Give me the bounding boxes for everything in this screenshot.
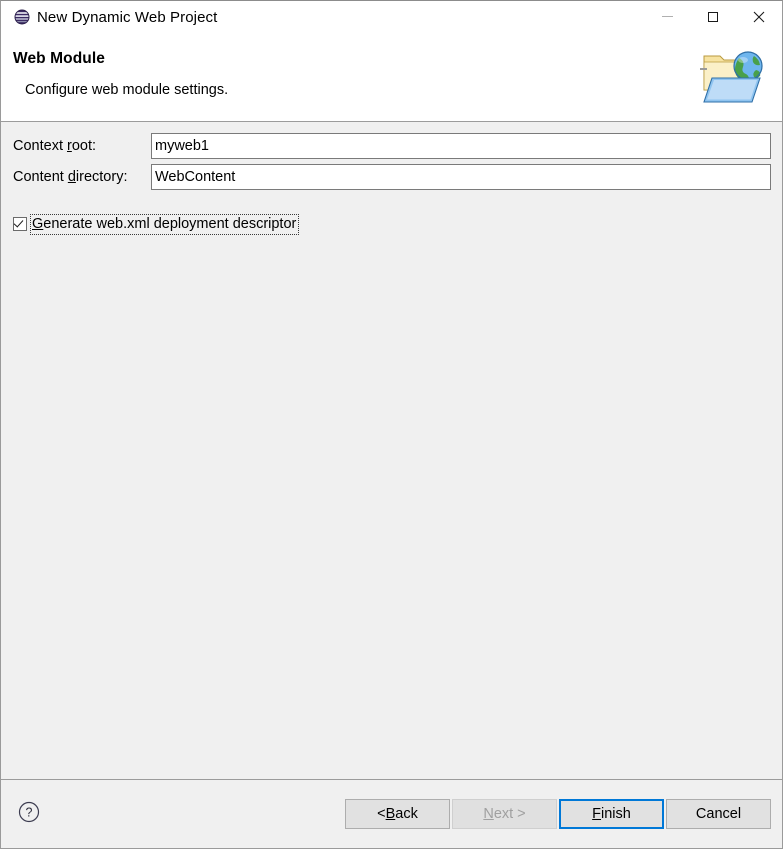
content-directory-label-pre: Content [13, 169, 68, 185]
next-button-post: ext > [493, 806, 526, 822]
generate-webxml-row[interactable]: Generate web.xml deployment descriptor [13, 213, 300, 235]
page-title: Web Module [13, 50, 105, 67]
content-directory-label-mnemonic: d [67, 169, 76, 185]
finish-button[interactable]: Finish [559, 799, 664, 829]
dialog-header: Web Module Configure web module settings… [1, 33, 782, 122]
checkmark-icon [13, 217, 24, 228]
generate-webxml-checkbox[interactable] [13, 217, 27, 231]
back-button-pre: < [377, 806, 386, 822]
title-bar: New Dynamic Web Project [1, 1, 782, 33]
web-folder-globe-icon [698, 42, 770, 108]
maximize-icon[interactable] [690, 1, 736, 32]
cancel-button-pre: Cancel [695, 806, 742, 822]
svg-text:?: ? [26, 806, 33, 820]
content-directory-label: Content directory: [13, 169, 151, 185]
generate-webxml-label[interactable]: Generate web.xml deployment descriptor [30, 213, 300, 235]
next-button: Next > [452, 799, 557, 829]
finish-button-post: inish [601, 806, 631, 822]
help-question-icon[interactable]: ? [18, 801, 40, 823]
context-root-input[interactable] [151, 133, 771, 159]
window-controls [644, 1, 782, 33]
content-directory-input[interactable] [151, 164, 771, 190]
back-button-mnemonic: B [385, 806, 396, 822]
generate-webxml-label-post: enerate web.xml deployment descriptor [43, 215, 297, 232]
minimize-icon[interactable] [644, 1, 690, 32]
finish-button-mnemonic: F [592, 806, 602, 822]
dialog-body: Context root: Content directory: Generat… [1, 122, 782, 779]
page-description: Configure web module settings. [25, 82, 229, 98]
eclipse-sphere-icon [14, 9, 30, 25]
context-root-label-post: oot: [71, 138, 97, 154]
context-root-label-pre: Context [13, 138, 67, 154]
back-button[interactable]: < Back [345, 799, 450, 829]
content-directory-row: Content directory: [13, 164, 771, 190]
context-root-label: Context root: [13, 138, 151, 154]
dialog-footer: ? < Back Next > Finish Cancel [1, 779, 782, 848]
generate-webxml-label-mnemonic: G [32, 215, 44, 232]
new-dynamic-web-project-dialog: New Dynamic Web Project Web Module Confi… [0, 0, 783, 849]
next-button-mnemonic: N [483, 806, 494, 822]
back-button-post: ack [395, 806, 418, 822]
content-directory-label-post: irectory: [75, 169, 128, 185]
close-icon[interactable] [736, 1, 782, 32]
cancel-button[interactable]: Cancel [666, 799, 771, 829]
window-title: New Dynamic Web Project [37, 8, 218, 26]
button-bar: < Back Next > Finish Cancel [345, 799, 771, 829]
context-root-row: Context root: [13, 133, 771, 159]
